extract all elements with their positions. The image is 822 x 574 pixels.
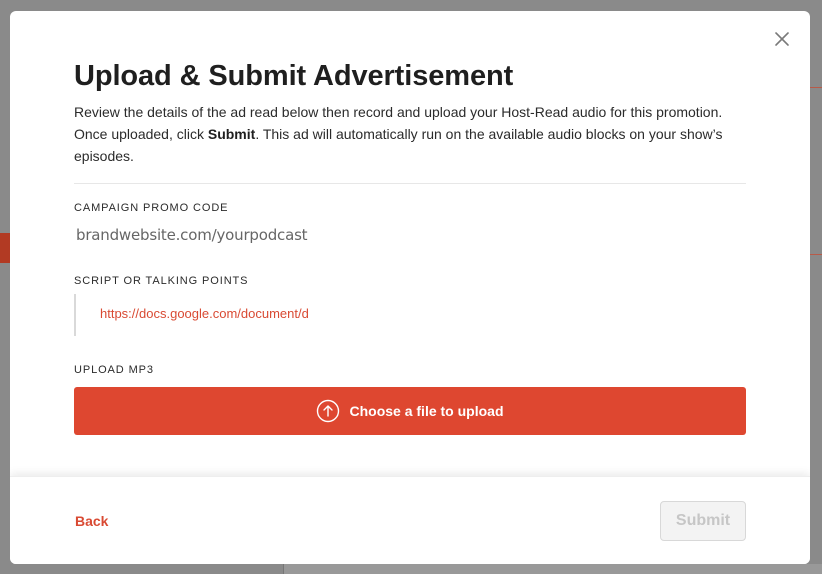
script-box: https://docs.google.com/document/d xyxy=(74,294,334,336)
background-divider xyxy=(810,87,822,88)
upload-mp3-label: UPLOAD MP3 xyxy=(74,364,154,376)
section-divider xyxy=(74,183,746,184)
modal-footer: Back Submit xyxy=(10,476,810,564)
background-divider xyxy=(283,564,284,574)
close-button[interactable] xyxy=(772,29,792,49)
upload-advertisement-modal: Upload & Submit Advertisement Review the… xyxy=(10,11,810,564)
modal-content: Upload & Submit Advertisement Review the… xyxy=(74,59,746,435)
description-bold-submit: Submit xyxy=(207,126,256,142)
modal-description: Review the details of the ad read below … xyxy=(74,101,746,167)
choose-file-label: Choose a file to upload xyxy=(349,403,504,419)
back-button[interactable]: Back xyxy=(75,513,108,529)
promo-code-value: brandwebsite.com/yourpodcast xyxy=(76,226,308,244)
upload-arrow-circle-icon xyxy=(316,399,340,423)
background-accent-bar xyxy=(0,233,10,263)
background-panel xyxy=(284,564,822,574)
submit-button[interactable]: Submit xyxy=(660,501,746,541)
modal-title: Upload & Submit Advertisement xyxy=(74,60,514,92)
script-link[interactable]: https://docs.google.com/document/d xyxy=(100,306,334,321)
background-divider xyxy=(810,254,822,255)
script-label: SCRIPT OR TALKING POINTS xyxy=(74,275,249,287)
close-icon xyxy=(772,29,792,49)
promo-code-label: CAMPAIGN PROMO CODE xyxy=(74,202,229,214)
choose-file-button[interactable]: Choose a file to upload xyxy=(74,387,746,435)
